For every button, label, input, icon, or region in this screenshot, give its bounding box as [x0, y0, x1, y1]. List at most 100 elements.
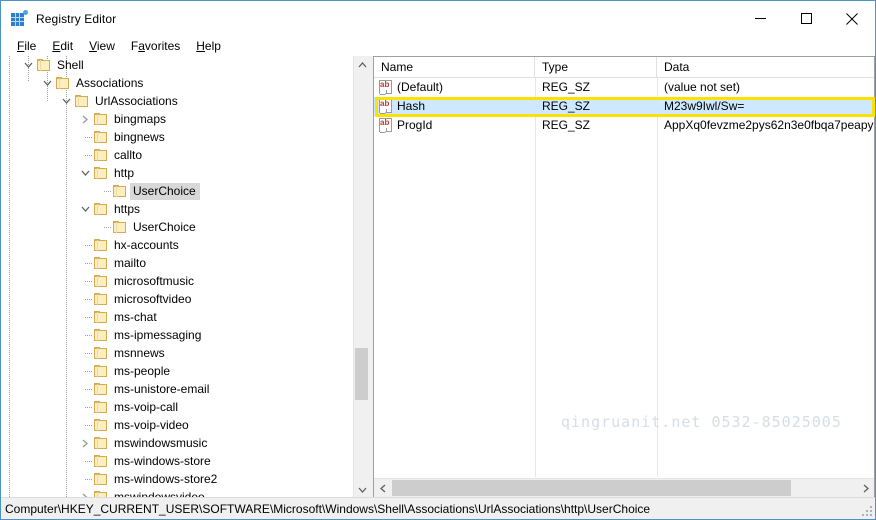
close-icon[interactable]: [829, 1, 875, 36]
menu-edit-rest: dit: [60, 39, 74, 53]
chevron-down-icon[interactable]: [39, 74, 55, 92]
folder-icon: [93, 436, 109, 450]
resize-grip[interactable]: [862, 506, 872, 516]
title-bar: Registry Editor: [1, 1, 875, 36]
menu-view[interactable]: View: [81, 36, 123, 56]
tree-item-bingmaps[interactable]: bingmaps: [1, 110, 353, 128]
tree-expander-empty: [77, 362, 93, 380]
registry-tree[interactable]: Shell Associations UrlAssociations bingmaps…: [1, 56, 353, 498]
registry-grid-icon: [11, 9, 28, 27]
folder-icon: [93, 202, 109, 216]
folder-icon: [93, 148, 109, 162]
table-row[interactable]: ab ProgId REG_SZ AppXq0fevzme2pys62n3e0fbqa…: [374, 116, 874, 135]
tree-rows: Shell Associations UrlAssociations bingmaps…: [1, 56, 353, 498]
tree-item-http[interactable]: http: [1, 164, 353, 182]
table-row[interactable]: ab (Default) REG_SZ (value not set): [374, 78, 874, 97]
folder-icon: [93, 364, 109, 378]
tree-item-ms-voip-call[interactable]: ms-voip-call: [1, 398, 353, 416]
column-separator-1: [535, 78, 536, 477]
tree-item-label: Associations: [76, 75, 144, 90]
tree-expander-empty: [77, 416, 93, 434]
menu-favorites-rest: vorites: [144, 39, 181, 53]
column-header-name[interactable]: Name: [374, 57, 535, 77]
chevron-right-icon[interactable]: [77, 434, 93, 452]
folder-icon: [74, 94, 90, 108]
chevron-down-icon[interactable]: [354, 481, 369, 498]
tree-item-ms-unistore-email[interactable]: ms-unistore-email: [1, 380, 353, 398]
tree-item-microsoftmusic[interactable]: microsoftmusic: [1, 272, 353, 290]
tree-item-callto[interactable]: callto: [1, 146, 353, 164]
folder-icon: [55, 76, 71, 90]
menu-file[interactable]: File: [9, 36, 44, 56]
values-list-pane[interactable]: Name Type Data ab (Default) REG_SZ (value n…: [373, 56, 875, 498]
tree-item-mswindowsmusic[interactable]: mswindowsmusic: [1, 434, 353, 452]
tree-expander-empty: [77, 308, 93, 326]
folder-icon: [93, 346, 109, 360]
chevron-down-icon[interactable]: [77, 164, 93, 182]
registry-tree-pane[interactable]: Shell Associations UrlAssociations bingmaps…: [1, 56, 369, 498]
tree-item-ms-voip-video[interactable]: ms-voip-video: [1, 416, 353, 434]
tree-item-label: msnnews: [114, 345, 165, 360]
tree-expander-empty: [77, 146, 93, 164]
tree-item-urlassociations[interactable]: UrlAssociations: [1, 92, 353, 110]
tree-item-label: callto: [114, 147, 143, 162]
tree-item-ms-windows-store[interactable]: ms-windows-store: [1, 452, 353, 470]
minimize-icon[interactable]: [737, 1, 783, 36]
tree-item-label: UserChoice: [133, 219, 196, 234]
tree-item-label: microsoftvideo: [114, 291, 192, 306]
tree-item-userchoice[interactable]: UserChoice: [1, 218, 353, 236]
menu-help[interactable]: Help: [188, 36, 229, 56]
tree-vertical-scrollbar[interactable]: [353, 56, 369, 498]
chevron-right-icon[interactable]: [857, 479, 874, 497]
tree-expander-empty: [77, 290, 93, 308]
values-scroll-thumb[interactable]: [392, 480, 791, 496]
tree-item-label: ms-voip-call: [114, 399, 179, 414]
tree-scroll-thumb[interactable]: [355, 348, 368, 400]
window-title: Registry Editor: [36, 11, 117, 26]
tree-item-ms-windows-store2[interactable]: ms-windows-store2: [1, 470, 353, 488]
column-header-type[interactable]: Type: [535, 57, 657, 77]
maximize-icon[interactable]: [783, 1, 829, 36]
focus-outline: [375, 97, 873, 116]
folder-icon: [93, 274, 109, 288]
tree-item-microsoftvideo[interactable]: microsoftvideo: [1, 290, 353, 308]
chevron-down-icon[interactable]: [58, 92, 74, 110]
menu-edit[interactable]: Edit: [44, 36, 81, 56]
values-list-header: Name Type Data: [374, 57, 874, 78]
table-row[interactable]: ab Hash REG_SZ M23w9Iwl/Sw=: [374, 97, 874, 116]
tree-item-ms-ipmessaging[interactable]: ms-ipmessaging: [1, 326, 353, 344]
menu-favorites[interactable]: Favorites: [123, 36, 188, 56]
tree-item-mailto[interactable]: mailto: [1, 254, 353, 272]
tree-item-shell[interactable]: Shell: [1, 56, 353, 74]
folder-icon: [93, 112, 109, 126]
tree-item-ms-chat[interactable]: ms-chat: [1, 308, 353, 326]
tree-item-associations[interactable]: Associations: [1, 74, 353, 92]
tree-expander-empty: [77, 452, 93, 470]
tree-item-userchoice[interactable]: UserChoice: [1, 182, 353, 200]
chevron-down-icon[interactable]: [20, 56, 36, 74]
folder-icon: [93, 292, 109, 306]
menu-view-rest: iew: [96, 39, 115, 53]
tree-item-ms-people[interactable]: ms-people: [1, 362, 353, 380]
chevron-up-icon[interactable]: [354, 56, 369, 73]
tree-item-msnnews[interactable]: msnnews: [1, 344, 353, 362]
chevron-right-icon[interactable]: [77, 110, 93, 128]
tree-item-https[interactable]: https: [1, 200, 353, 218]
folder-icon: [112, 184, 128, 198]
chevron-down-icon[interactable]: [77, 200, 93, 218]
tree-item-hx-accounts[interactable]: hx-accounts: [1, 236, 353, 254]
tree-expander-empty: [77, 254, 93, 272]
folder-icon: [93, 382, 109, 396]
tree-item-label: ms-ipmessaging: [114, 327, 202, 342]
tree-item-bingnews[interactable]: bingnews: [1, 128, 353, 146]
folder-icon: [93, 328, 109, 342]
values-horizontal-scrollbar[interactable]: [374, 478, 874, 497]
chevron-left-icon[interactable]: [374, 479, 391, 497]
tree-item-label: ms-chat: [114, 309, 157, 324]
column-header-data[interactable]: Data: [657, 57, 874, 77]
tree-expander-empty: [77, 344, 93, 362]
cell-data: AppXq0fevzme2pys62n3e0fbqa7peapyki: [664, 118, 874, 132]
status-path: Computer\HKEY_CURRENT_USER\SOFTWARE\Micr…: [5, 501, 651, 516]
tree-item-label: microsoftmusic: [114, 273, 195, 288]
tree-expander-empty: [96, 218, 112, 236]
